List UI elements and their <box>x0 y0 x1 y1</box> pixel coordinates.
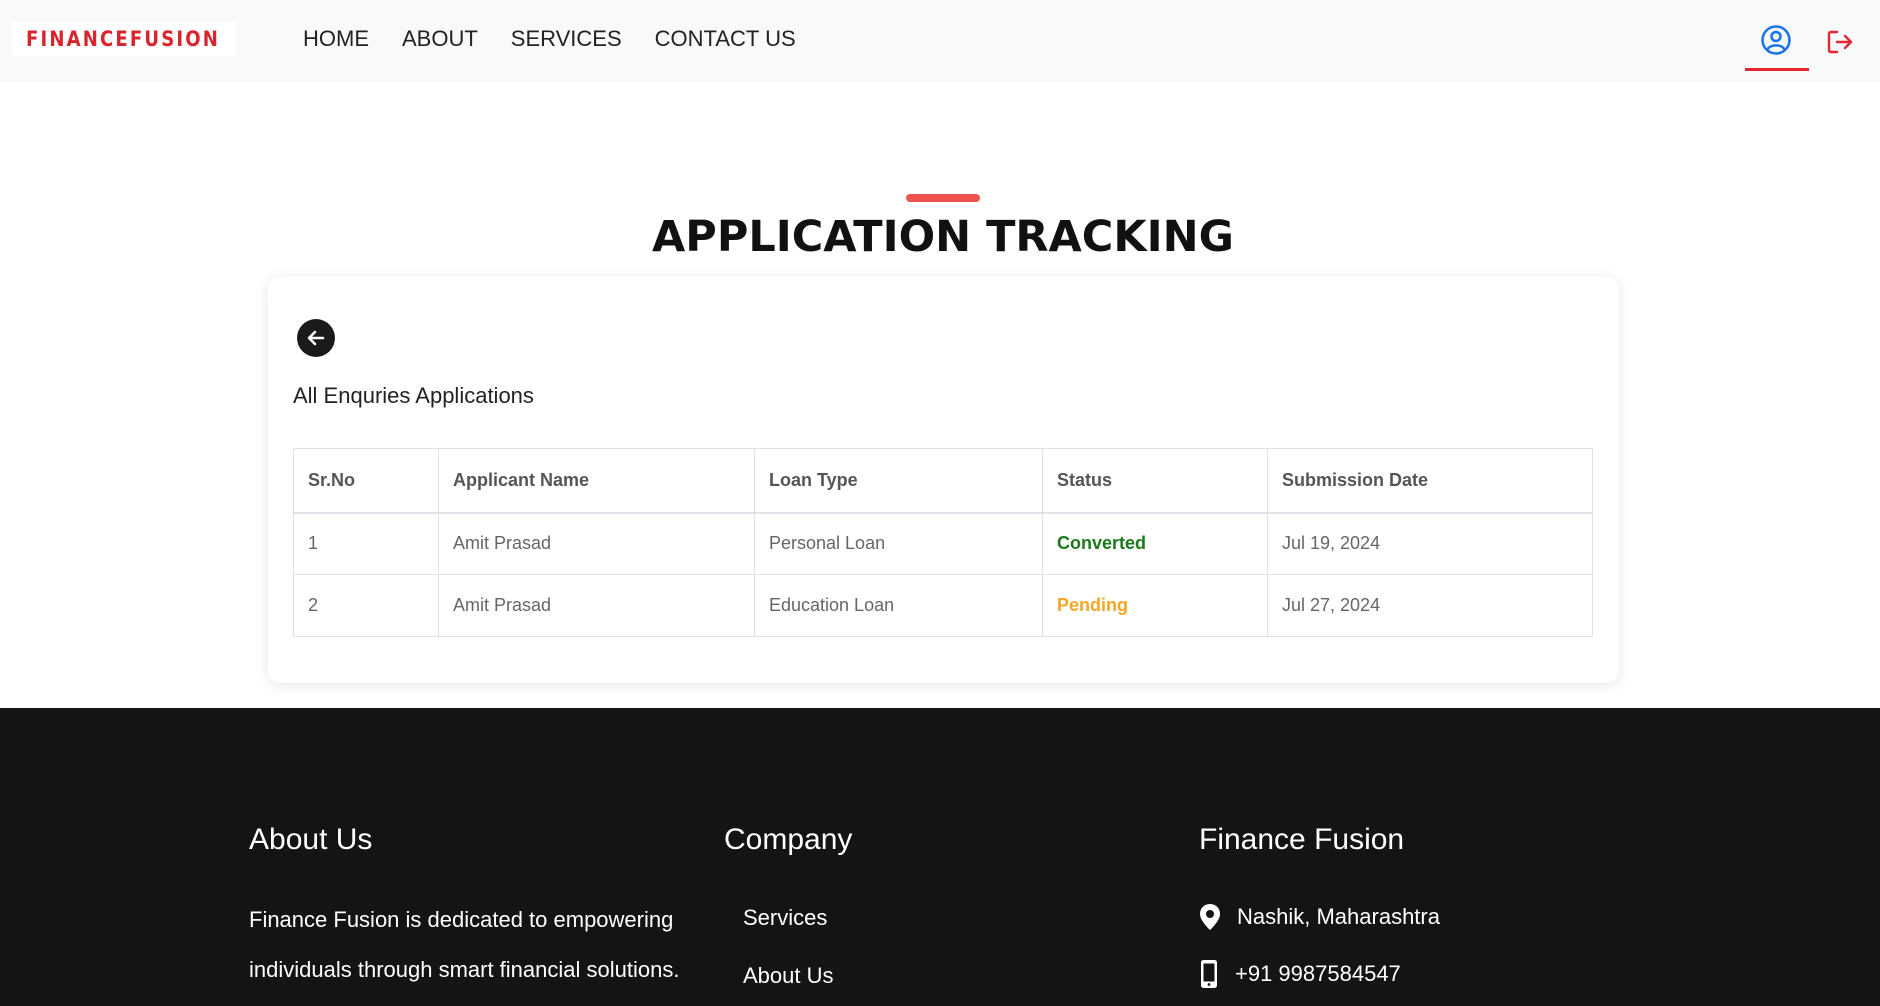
nav-about[interactable]: ABOUT <box>402 24 478 54</box>
brand-name: FINANCEFUSION <box>26 27 221 51</box>
footer: About Us Finance Fusion is dedicated to … <box>0 708 1880 1006</box>
status-badge: Pending <box>1042 574 1268 637</box>
map-pin-icon <box>1200 904 1220 930</box>
status-badge: Converted <box>1042 512 1268 575</box>
contact-phone-text: +91 9987584547 <box>1235 961 1401 986</box>
col-header-submission-date: Submission Date <box>1267 448 1593 514</box>
contact-phone: +91 9987584547 <box>1199 959 1440 989</box>
footer-company-heading: Company <box>724 823 853 856</box>
cell-loan-type: Personal Loan <box>754 512 1043 575</box>
nav-contact-us[interactable]: CONTACT US <box>655 24 796 54</box>
title-accent-bar <box>906 194 980 202</box>
cell-sr-no: 1 <box>293 512 439 575</box>
cell-sr-no: 2 <box>293 574 439 637</box>
contact-location: Nashik, Maharashtra <box>1199 903 1440 931</box>
brand-logo[interactable]: FINANCEFUSION <box>12 22 236 56</box>
cell-submission-date: Jul 19, 2024 <box>1267 512 1593 575</box>
footer-about-text: Finance Fusion is dedicated to empowerin… <box>249 907 680 982</box>
footer-about: About Us Finance Fusion is dedicated to … <box>249 823 689 995</box>
footer-contact: Finance Fusion Nashik, Maharashtra +91 9… <box>1199 823 1440 989</box>
cell-applicant-name: Amit Prasad <box>438 574 755 637</box>
nav-home[interactable]: HOME <box>303 24 369 54</box>
navbar: FINANCEFUSION HOME ABOUT SERVICES CONTAC… <box>0 0 1880 82</box>
cell-applicant-name: Amit Prasad <box>438 512 755 575</box>
nav-services[interactable]: SERVICES <box>511 24 622 54</box>
cell-submission-date: Jul 27, 2024 <box>1267 574 1593 637</box>
contact-location-text: Nashik, Maharashtra <box>1237 904 1440 929</box>
footer-contact-heading: Finance Fusion <box>1199 823 1405 856</box>
applications-table: Sr.No Applicant Name Loan Type Status Su… <box>293 448 1593 637</box>
footer-about-heading: About Us <box>249 823 373 856</box>
col-header-loan-type: Loan Type <box>754 448 1043 514</box>
active-indicator <box>1745 68 1809 71</box>
footer-link-services[interactable]: Services <box>743 905 852 931</box>
col-header-sr-no: Sr.No <box>293 448 439 514</box>
page-title: APPLICATION TRACKING <box>652 212 1234 262</box>
col-header-applicant-name: Applicant Name <box>438 448 755 514</box>
back-button[interactable] <box>297 319 335 357</box>
main-nav: HOME ABOUT SERVICES CONTACT US <box>303 24 829 54</box>
logout-icon[interactable] <box>1825 27 1855 57</box>
card-subtitle: All Enquries Applications <box>293 383 534 408</box>
table-row: 2 Amit Prasad Education Loan Pending Jul… <box>293 574 1593 637</box>
user-circle-icon[interactable] <box>1760 24 1792 56</box>
footer-link-about-us[interactable]: About Us <box>743 963 852 989</box>
cell-loan-type: Education Loan <box>754 574 1043 637</box>
table-header-row: Sr.No Applicant Name Loan Type Status Su… <box>293 448 1593 514</box>
applications-card: All Enquries Applications Sr.No Applican… <box>268 277 1619 683</box>
footer-company: Company Services About Us <box>724 823 852 989</box>
table-row: 1 Amit Prasad Personal Loan Converted Ju… <box>293 512 1593 575</box>
col-header-status: Status <box>1042 448 1268 514</box>
arrow-left-icon <box>307 330 325 346</box>
mobile-phone-icon <box>1201 960 1217 988</box>
